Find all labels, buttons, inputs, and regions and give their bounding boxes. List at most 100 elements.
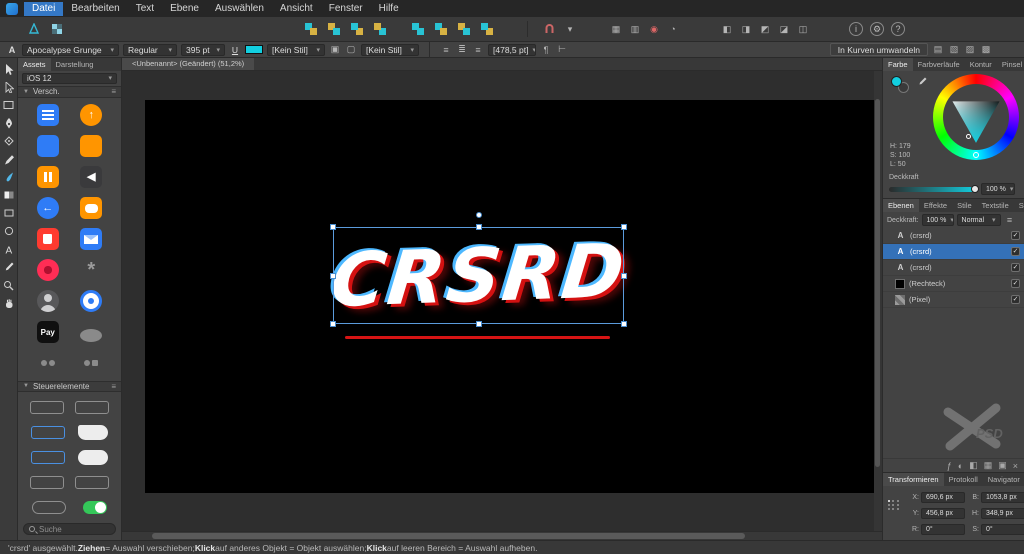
stroke-options-icon[interactable]: ▢	[345, 44, 357, 55]
tab-navigator[interactable]: Navigator	[983, 473, 1024, 486]
canvas-red-underline[interactable]	[345, 336, 610, 339]
rectangle-tool[interactable]	[3, 207, 15, 219]
section-menu-icon[interactable]: ≡	[111, 87, 116, 96]
control-tooltip[interactable]	[78, 425, 108, 440]
menu-datei[interactable]: Datei	[24, 2, 63, 16]
tab-pinsel[interactable]: Pinsel	[997, 58, 1024, 71]
control-panel-white[interactable]	[78, 450, 108, 465]
selection-handle-w[interactable]	[330, 273, 336, 279]
tab-farbe[interactable]: Farbe	[883, 58, 913, 71]
boolean-intersect-icon[interactable]	[456, 21, 472, 37]
node-edit-tool[interactable]	[3, 135, 15, 147]
text-path-icon[interactable]: ▩	[980, 44, 992, 55]
asset-item[interactable]	[26, 255, 70, 286]
menu-text[interactable]: Text	[128, 2, 162, 16]
text-frame-icon[interactable]: ▨	[964, 44, 976, 55]
assets-section-versch[interactable]: ▼ Versch. ≡	[18, 86, 121, 98]
preview-mode-icon[interactable]: ◉	[648, 24, 660, 35]
document-tab[interactable]: <Unbenannt> (Geändert) (51,2%)	[122, 58, 254, 70]
vector-brush-tool[interactable]	[3, 171, 15, 183]
fill-tool[interactable]	[3, 189, 15, 201]
align-left-icon[interactable]: ≡	[440, 45, 452, 55]
fill-options-icon[interactable]: ▣	[329, 44, 341, 55]
tab-stock[interactable]: Stock	[1014, 199, 1024, 212]
selection-handle-ne[interactable]	[621, 224, 627, 230]
add-layer-icon[interactable]: ▦	[984, 460, 993, 471]
asset-item[interactable]	[70, 286, 114, 317]
shear-input[interactable]: 0°	[981, 524, 1024, 535]
boolean-divide-icon[interactable]	[479, 21, 495, 37]
artboard[interactable]: CRSRD	[145, 100, 878, 493]
horizontal-scrollbar[interactable]	[122, 531, 882, 540]
tab-kontur[interactable]: Kontur	[965, 58, 997, 71]
visibility-checkbox[interactable]	[1011, 263, 1020, 272]
layer-row[interactable]: A (crsrd)	[883, 260, 1024, 276]
arrange-forward-icon[interactable]	[326, 21, 342, 37]
view-hand-tool[interactable]	[3, 297, 15, 309]
zoom-tool[interactable]	[3, 279, 15, 291]
opacity-value-select[interactable]: 100 %	[981, 183, 1015, 195]
designer-persona-icon[interactable]	[26, 21, 42, 37]
layers-menu-icon[interactable]: ≡	[1004, 215, 1016, 225]
tab-darstellung[interactable]: Darstellung	[51, 58, 99, 71]
hue-selector[interactable]	[973, 152, 979, 158]
selection-handle-sw[interactable]	[330, 321, 336, 327]
pencil-tool[interactable]	[3, 153, 15, 165]
width-input[interactable]: 1053,8 px	[981, 492, 1024, 503]
control-frame[interactable]	[30, 476, 64, 489]
asset-item[interactable]	[26, 162, 70, 193]
insert-top-icon[interactable]: ◩	[759, 24, 771, 35]
selection-handle-nw[interactable]	[330, 224, 336, 230]
tab-farbverlaeufe[interactable]: Farbverläufe	[913, 58, 965, 71]
search-input[interactable]	[39, 525, 109, 534]
font-family-select[interactable]: Apocalypse Grunge	[22, 44, 119, 56]
layer-row[interactable]: (Pixel)	[883, 292, 1024, 308]
asset-item[interactable]	[70, 224, 114, 255]
rotation-input[interactable]: 0°	[921, 524, 965, 535]
menu-fenster[interactable]: Fenster	[321, 2, 371, 16]
fill-style-select[interactable]: [Kein Stil]	[267, 44, 325, 56]
control-frame[interactable]	[75, 476, 109, 489]
anchor-point-selector[interactable]	[887, 499, 900, 512]
pixel-persona-icon[interactable]	[49, 21, 65, 37]
visibility-checkbox[interactable]	[1011, 231, 1020, 240]
add-mask-icon[interactable]: ◧	[969, 460, 978, 471]
show-invisibles-icon[interactable]: ▧	[948, 44, 960, 55]
boolean-subtract-icon[interactable]	[433, 21, 449, 37]
asset-item[interactable]	[26, 100, 70, 131]
convert-to-curves-button[interactable]: In Kurven umwandeln	[830, 43, 928, 56]
asset-item[interactable]	[70, 131, 114, 162]
insert-replace-icon[interactable]: ◪	[778, 24, 790, 35]
menu-ebene[interactable]: Ebene	[162, 2, 207, 16]
transform-mode-icon[interactable]: ◫	[797, 24, 809, 35]
tab-textstile[interactable]: Textstile	[977, 199, 1014, 212]
align-right-icon[interactable]: ≡	[472, 45, 484, 55]
height-input[interactable]: 348,9 px	[981, 508, 1024, 519]
arrange-front-icon[interactable]	[303, 21, 319, 37]
eyedropper-icon[interactable]	[917, 77, 927, 89]
stroke-style-select[interactable]: [Kein Stil]	[361, 44, 419, 56]
grid-icon[interactable]: ▦	[610, 24, 622, 35]
edit-icon[interactable]: ▣	[998, 460, 1007, 471]
paragraph-icon[interactable]: ¶	[540, 45, 552, 55]
pen-tool[interactable]	[3, 117, 15, 129]
add-adjustment-icon[interactable]: ◐	[958, 461, 963, 471]
delete-layer-icon[interactable]: ×	[1013, 461, 1018, 471]
selection-box[interactable]	[333, 227, 624, 324]
horizontal-scrollbar-thumb[interactable]	[152, 533, 745, 539]
menu-auswaehlen[interactable]: Auswählen	[207, 2, 272, 16]
text-tool[interactable]: A	[3, 243, 15, 255]
help-icon[interactable]: ?	[891, 22, 905, 36]
insert-inside-icon[interactable]: ◧	[721, 24, 733, 35]
character-panel-icon[interactable]: A	[6, 45, 18, 55]
visibility-checkbox[interactable]	[1011, 247, 1020, 256]
color-wheel[interactable]	[933, 74, 1019, 160]
x-input[interactable]: 690,6 px	[921, 492, 965, 503]
add-effect-icon[interactable]: ƒ	[947, 461, 952, 471]
tab-protokoll[interactable]: Protokoll	[944, 473, 983, 486]
menu-ansicht[interactable]: Ansicht	[272, 2, 321, 16]
color-picker-tool[interactable]	[3, 261, 15, 273]
assets-section-steuerelemente[interactable]: ▼ Steuerelemente ≡	[18, 381, 121, 393]
tab-assets[interactable]: Assets	[18, 58, 51, 71]
tabstop-icon[interactable]: ⊢	[556, 44, 568, 55]
